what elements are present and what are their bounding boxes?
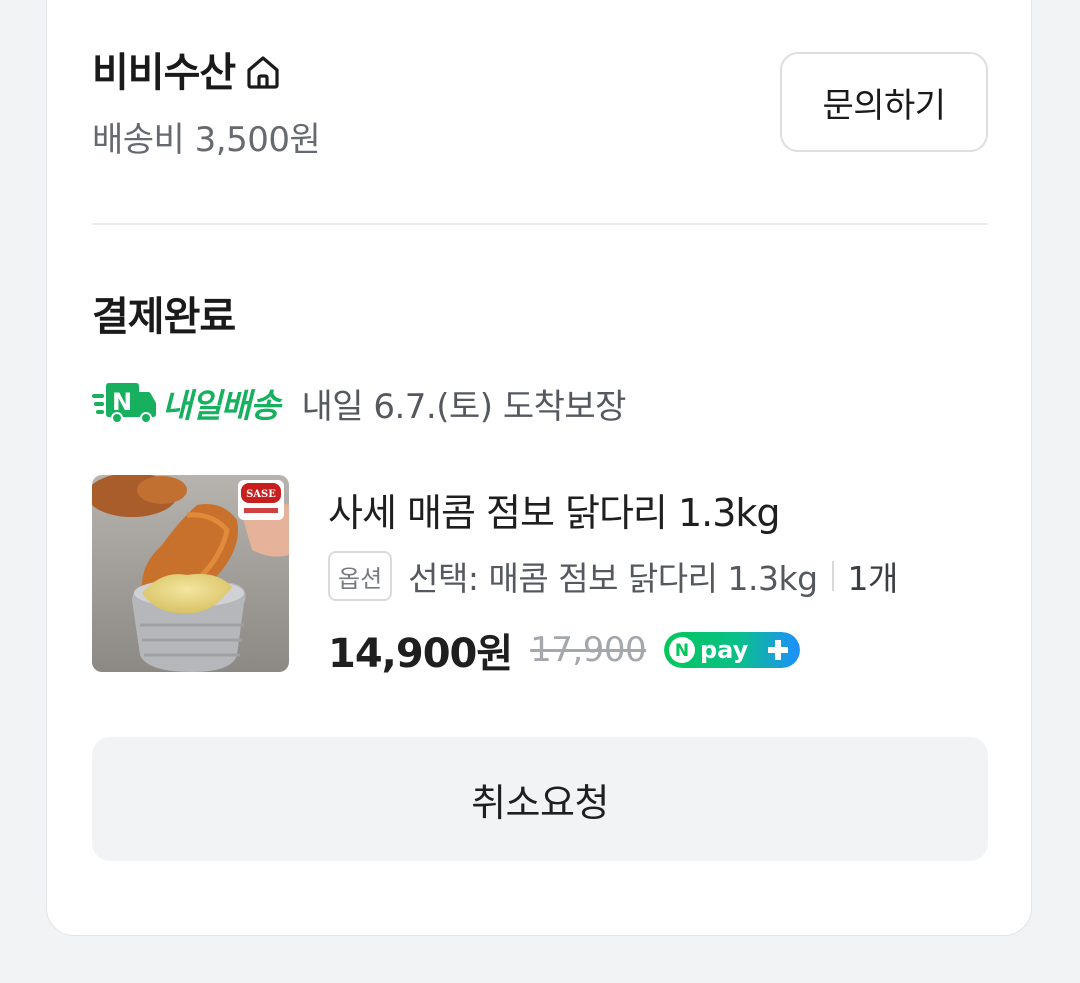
product-image: SASE	[92, 475, 289, 672]
npay-n-letter: N	[675, 641, 689, 661]
store-header[interactable]: 비비수산	[92, 40, 283, 98]
option-tag: 옵션	[328, 551, 393, 601]
npay-text: pay	[700, 636, 749, 664]
product-name[interactable]: 사세 매콤 점보 닭다리 1.3kg	[328, 482, 781, 537]
sale-price: 14,900원	[328, 631, 513, 677]
original-price: 17,900	[530, 630, 647, 670]
delivery-truck-icon: N	[92, 383, 156, 424]
cancel-request-button[interactable]: 취소요청	[92, 737, 988, 861]
shipping-fee: 배송비 3,500원	[92, 120, 321, 160]
npay-plus-badge: N pay	[664, 632, 801, 668]
delivery-badge: 내일배송	[162, 386, 280, 425]
option-row: 옵션 선택: 매콤 점보 닭다리 1.3kg 1개	[328, 550, 898, 602]
option-separator	[831, 561, 834, 591]
n-letter: N	[112, 388, 132, 416]
divider	[92, 223, 988, 225]
inquiry-button[interactable]: 문의하기	[780, 52, 988, 152]
option-quantity: 1개	[847, 559, 899, 598]
product-thumbnail[interactable]: SASE	[92, 475, 289, 672]
delivery-info: N 내일배송 내일 6.7.(토) 도착보장	[92, 378, 626, 428]
home-icon[interactable]	[243, 51, 283, 91]
store-name[interactable]: 비비수산	[92, 40, 236, 98]
order-status: 결제완료	[92, 294, 236, 340]
thumbnail-logo-text: SASE	[246, 489, 276, 500]
price-row: 14,900원 17,900 N pay	[328, 622, 801, 678]
option-text: 선택: 매콤 점보 닭다리 1.3kg	[408, 559, 818, 598]
delivery-date: 내일 6.7.(토) 도착보장	[301, 386, 626, 427]
